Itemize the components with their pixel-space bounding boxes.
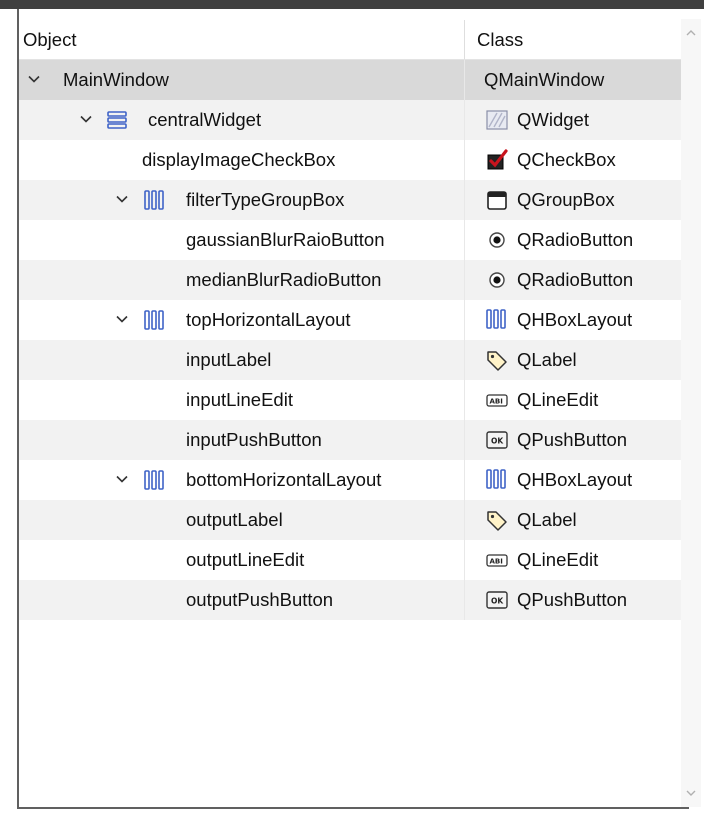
class-name: QGroupBox bbox=[517, 189, 615, 210]
class-name: QMainWindow bbox=[484, 69, 605, 90]
tree-row[interactable]: topHorizontalLayout QHBoxLayout bbox=[19, 300, 681, 340]
tree-row[interactable]: centralWidget QWidget bbox=[19, 100, 681, 140]
class-name: QLabel bbox=[517, 349, 577, 370]
tree-row[interactable]: filterTypeGroupBox QGroupBox bbox=[19, 180, 681, 220]
line-edit-icon: ABI bbox=[485, 388, 509, 412]
class-name: QCheckBox bbox=[517, 149, 616, 170]
line-edit-icon: ABI bbox=[485, 548, 509, 572]
horizontal-layout-icon bbox=[143, 309, 165, 331]
object-name: outputLineEdit bbox=[186, 549, 305, 570]
tree-header: Object Class bbox=[19, 19, 681, 60]
radio-button-icon bbox=[485, 228, 509, 252]
tree-row[interactable]: outputPushButton OK QPushButton bbox=[19, 580, 681, 620]
window-top-border bbox=[0, 0, 704, 9]
tree-row[interactable]: gaussianBlurRaioButton QRadioButton bbox=[19, 220, 681, 260]
class-name: QLineEdit bbox=[517, 389, 599, 410]
checkbox-icon bbox=[485, 148, 509, 172]
svg-text:ABI: ABI bbox=[490, 398, 503, 406]
object-name: filterTypeGroupBox bbox=[186, 189, 345, 210]
horizontal-layout-icon bbox=[143, 469, 165, 491]
tree-row[interactable]: inputLineEdit ABI QLineEdit bbox=[19, 380, 681, 420]
tree-row[interactable]: inputPushButton OK QPushButton bbox=[19, 420, 681, 460]
scroll-down-arrow-icon[interactable] bbox=[685, 787, 697, 799]
class-name: QWidget bbox=[517, 109, 589, 130]
object-name: displayImageCheckBox bbox=[142, 149, 336, 170]
svg-text:OK: OK bbox=[491, 437, 504, 446]
object-name: gaussianBlurRaioButton bbox=[186, 229, 385, 250]
tree-row[interactable]: MainWindow QMainWindow bbox=[19, 60, 681, 100]
horizontal-layout-icon bbox=[143, 189, 165, 211]
column-divider bbox=[464, 60, 465, 620]
chevron-down-icon[interactable] bbox=[115, 192, 129, 206]
class-name: QRadioButton bbox=[517, 269, 634, 290]
class-name: QPushButton bbox=[517, 589, 628, 610]
class-name: QHBoxLayout bbox=[517, 469, 633, 490]
chevron-down-icon[interactable] bbox=[115, 312, 129, 326]
class-name: QLineEdit bbox=[517, 549, 599, 570]
object-name: centralWidget bbox=[148, 109, 262, 130]
object-name: medianBlurRadioButton bbox=[186, 269, 382, 290]
scroll-up-arrow-icon[interactable] bbox=[685, 27, 697, 39]
chevron-down-icon[interactable] bbox=[115, 472, 129, 486]
svg-text:ABI: ABI bbox=[490, 558, 503, 566]
label-tag-icon bbox=[485, 508, 509, 532]
tree-row[interactable]: inputLabel QLabel bbox=[19, 340, 681, 380]
chevron-down-icon[interactable] bbox=[79, 112, 93, 126]
tree-row[interactable]: outputLineEdit ABI QLineEdit bbox=[19, 540, 681, 580]
class-name: QHBoxLayout bbox=[517, 309, 633, 330]
class-name: QPushButton bbox=[517, 429, 628, 450]
object-name: inputLineEdit bbox=[186, 389, 293, 410]
vertical-scrollbar[interactable] bbox=[681, 19, 701, 807]
groupbox-icon bbox=[485, 188, 509, 212]
object-name: inputPushButton bbox=[186, 429, 322, 450]
chevron-down-icon[interactable] bbox=[27, 72, 41, 86]
push-button-icon: OK bbox=[485, 588, 509, 612]
object-name: MainWindow bbox=[63, 69, 169, 90]
tree-row[interactable]: medianBlurRadioButton QRadioButton bbox=[19, 260, 681, 300]
label-tag-icon bbox=[485, 348, 509, 372]
object-column-header[interactable]: Object bbox=[23, 19, 76, 60]
header-separator bbox=[464, 20, 465, 60]
widget-icon bbox=[485, 108, 509, 132]
object-name: outputPushButton bbox=[186, 589, 334, 610]
radio-button-icon bbox=[485, 268, 509, 292]
push-button-icon: OK bbox=[485, 428, 509, 452]
class-name: QLabel bbox=[517, 509, 577, 530]
tree-row[interactable]: displayImageCheckBox QCheckBox bbox=[19, 140, 681, 180]
object-name: topHorizontalLayout bbox=[186, 309, 351, 330]
horizontal-layout-icon bbox=[485, 468, 509, 492]
object-name: bottomHorizontalLayout bbox=[186, 469, 382, 490]
tree-row[interactable]: bottomHorizontalLayout QHBoxLayout bbox=[19, 460, 681, 500]
vertical-layout-icon bbox=[106, 109, 128, 131]
class-column-header[interactable]: Class bbox=[477, 19, 523, 60]
svg-text:OK: OK bbox=[491, 597, 504, 606]
object-name: inputLabel bbox=[186, 349, 272, 370]
object-name: outputLabel bbox=[186, 509, 283, 530]
tree-row[interactable]: outputLabel QLabel bbox=[19, 500, 681, 540]
horizontal-layout-icon bbox=[485, 308, 509, 332]
class-name: QRadioButton bbox=[517, 229, 634, 250]
